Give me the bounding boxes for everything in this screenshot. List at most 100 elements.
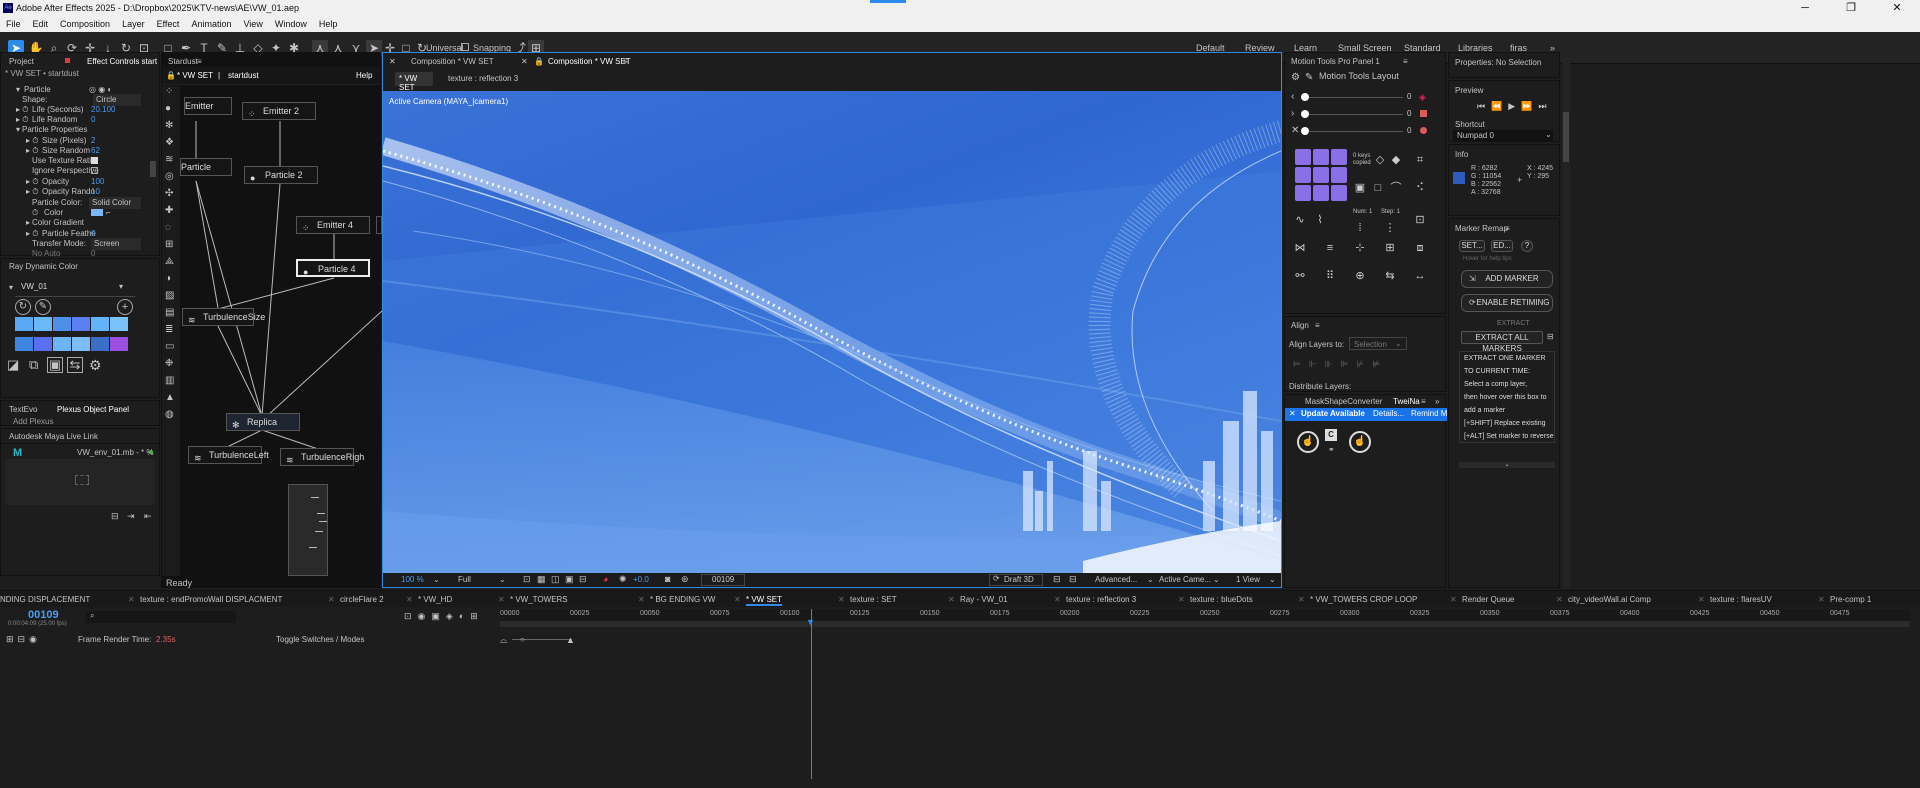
- advanced-dropdown[interactable]: Advanced...: [1095, 575, 1137, 584]
- palette-name[interactable]: VW_01: [21, 282, 47, 291]
- resolution-chevron-icon[interactable]: ⌄: [499, 575, 506, 584]
- timeline-tab[interactable]: Render Queue: [1462, 595, 1514, 604]
- merge-icon[interactable]: ≡: [1321, 239, 1339, 257]
- image-icon[interactable]: ⊟: [111, 511, 119, 522]
- snapshot-icon[interactable]: ◙: [665, 574, 670, 584]
- square-keyframe-icon[interactable]: [1420, 110, 1427, 117]
- close-tab-icon[interactable]: ✕: [1298, 595, 1305, 604]
- extract-all-markers-button[interactable]: EXTRACT ALL MARKERS: [1461, 331, 1543, 353]
- minimap[interactable]: [288, 484, 328, 576]
- swap-icon[interactable]: ⇆: [1381, 267, 1399, 285]
- anchor-center[interactable]: [1313, 167, 1329, 183]
- region-of-interest-icon[interactable]: ⊡: [523, 574, 531, 585]
- settings-gear-icon[interactable]: ⚙: [89, 357, 102, 374]
- keyframe-diamond-icon[interactable]: ◈: [1419, 92, 1426, 103]
- slider-thumb[interactable]: [1301, 110, 1309, 118]
- square-filled-icon[interactable]: ▣: [1351, 179, 1369, 197]
- collapse-chevron-icon[interactable]: ⌄: [1459, 462, 1555, 468]
- close-tab-icon[interactable]: ✕: [1450, 595, 1457, 604]
- tab-mask-shape-converter[interactable]: MaskShapeConverter: [1305, 395, 1382, 409]
- color-swatch[interactable]: [91, 209, 103, 216]
- swatch[interactable]: [72, 317, 90, 331]
- grid-guides-icon[interactable]: ▣: [565, 574, 574, 585]
- refresh-icon[interactable]: ↻: [15, 299, 31, 315]
- tab-composition-2[interactable]: Composition * VW SET: [548, 55, 631, 69]
- channel-icon[interactable]: ⊟: [579, 574, 587, 585]
- eyedropper-icon[interactable]: ⌐: [106, 207, 111, 219]
- timeline-tab[interactable]: * BG ENDING VW: [650, 595, 715, 604]
- 3d-view-2-icon[interactable]: ⊟: [1069, 574, 1077, 585]
- node-emitter[interactable]: Emitter: [184, 97, 232, 115]
- close-tab-icon[interactable]: ✕: [1178, 595, 1185, 604]
- pencil-icon[interactable]: ✎: [1305, 72, 1313, 83]
- transfer-icon[interactable]: ⇆: [67, 357, 83, 373]
- camera-dropdown[interactable]: Active Came...: [1159, 575, 1211, 584]
- remind-me-link[interactable]: Remind Me: [1411, 409, 1447, 418]
- close-comp-tab-2-icon[interactable]: ✕: [521, 55, 528, 69]
- swatch[interactable]: [110, 317, 128, 331]
- close-tab-icon[interactable]: ✕: [638, 595, 645, 604]
- anchor-bottom[interactable]: [1313, 185, 1329, 201]
- add-color-icon[interactable]: +: [117, 299, 133, 315]
- zoom-chevron-icon[interactable]: ⌄: [433, 575, 440, 584]
- node-particle[interactable]: Particle: [180, 158, 232, 176]
- menu-animation[interactable]: Animation: [185, 19, 237, 29]
- node-replica[interactable]: ✻ Replica: [226, 413, 300, 431]
- right-scrollbar[interactable]: [1562, 52, 1570, 588]
- anchor-top[interactable]: [1313, 149, 1329, 165]
- layer-toggle-icons[interactable]: ⊞⊟◉: [6, 634, 41, 645]
- swatch[interactable]: [15, 337, 33, 351]
- group-icon[interactable]: ⧈: [1411, 239, 1429, 257]
- timeline-tab[interactable]: * VW_TOWERS CROP LOOP: [1310, 595, 1417, 604]
- timeline-tab[interactable]: Pre-comp 1: [1830, 595, 1871, 604]
- toggle-switches-modes[interactable]: Toggle Switches / Modes: [276, 635, 365, 644]
- anchor-bottom-left[interactable]: [1295, 185, 1311, 201]
- tab-composition-1[interactable]: Composition * VW SET: [411, 55, 494, 69]
- swatch[interactable]: [53, 337, 71, 351]
- close-button[interactable]: ✕: [1874, 0, 1920, 16]
- timeline-tab[interactable]: * VW_HD: [418, 595, 452, 604]
- grid-dots-icon[interactable]: ⠿: [1321, 267, 1339, 285]
- slider-thumb[interactable]: [1301, 93, 1309, 101]
- swatch[interactable]: [91, 337, 109, 351]
- particle-color-dropdown[interactable]: Solid Color: [89, 197, 141, 209]
- maya-file-name[interactable]: VW_env_01.mb - * %: [77, 448, 153, 457]
- property-life-random-value[interactable]: 0: [91, 114, 95, 126]
- help-icon[interactable]: ?: [1521, 240, 1533, 252]
- zoom-dropdown[interactable]: 100 %: [401, 575, 424, 584]
- anchor-left[interactable]: [1295, 167, 1311, 183]
- close-tab-icon[interactable]: ✕: [406, 595, 413, 604]
- timeline-tab[interactable]: texture : SET: [850, 595, 897, 604]
- close-comp-tab-icon[interactable]: ✕: [389, 55, 396, 69]
- paste-keys-icon[interactable]: ◆: [1387, 151, 1405, 169]
- shortcut-dropdown[interactable]: Numpad 0: [1453, 130, 1553, 141]
- anchor-right[interactable]: [1331, 167, 1347, 183]
- timeline-tab[interactable]: * VW SET: [746, 595, 783, 606]
- palette-dropdown-icon[interactable]: ▾: [119, 282, 123, 291]
- viewer-canvas[interactable]: Active Camera (MAYA_|camera1): [383, 91, 1281, 573]
- scatter-icon[interactable]: ⠪: [1411, 179, 1429, 197]
- slider-track[interactable]: [1305, 97, 1403, 98]
- breadcrumb-texture[interactable]: texture : reflection 3: [448, 74, 518, 83]
- marker-menu-icon[interactable]: ≡: [1505, 222, 1510, 236]
- stepping-icon[interactable]: ⋮: [1381, 219, 1399, 237]
- overflow-icon[interactable]: »: [1435, 395, 1439, 409]
- scrollbar-thumb[interactable]: [150, 161, 156, 177]
- anchor-top-left[interactable]: [1295, 149, 1311, 165]
- menu-effect[interactable]: Effect: [151, 19, 186, 29]
- timeline-tab[interactable]: city_videoWall.ai Comp: [1568, 595, 1651, 604]
- slider-track[interactable]: [1305, 131, 1403, 132]
- node-particle-2[interactable]: ● Particle 2: [244, 166, 318, 184]
- breadcrumb-active[interactable]: * VW SET: [395, 72, 433, 92]
- lasso-mask-icon[interactable]: ☝: [1297, 431, 1319, 453]
- menu-edit[interactable]: Edit: [27, 19, 55, 29]
- slider-value[interactable]: 0: [1407, 109, 1411, 118]
- distribute-icon[interactable]: ⊞: [1381, 239, 1399, 257]
- timeline-tab[interactable]: circleFlare 2: [340, 595, 384, 604]
- chain-icon[interactable]: ⚭: [1328, 445, 1335, 454]
- timeline-tab[interactable]: NDING DISPLACEMENT: [0, 595, 90, 604]
- timeline-tab[interactable]: texture : blueDots: [1190, 595, 1253, 604]
- frame-icon[interactable]: ▣: [47, 357, 63, 373]
- show-snapshot-icon[interactable]: ⊛: [681, 574, 689, 585]
- menu-help[interactable]: Help: [313, 19, 344, 29]
